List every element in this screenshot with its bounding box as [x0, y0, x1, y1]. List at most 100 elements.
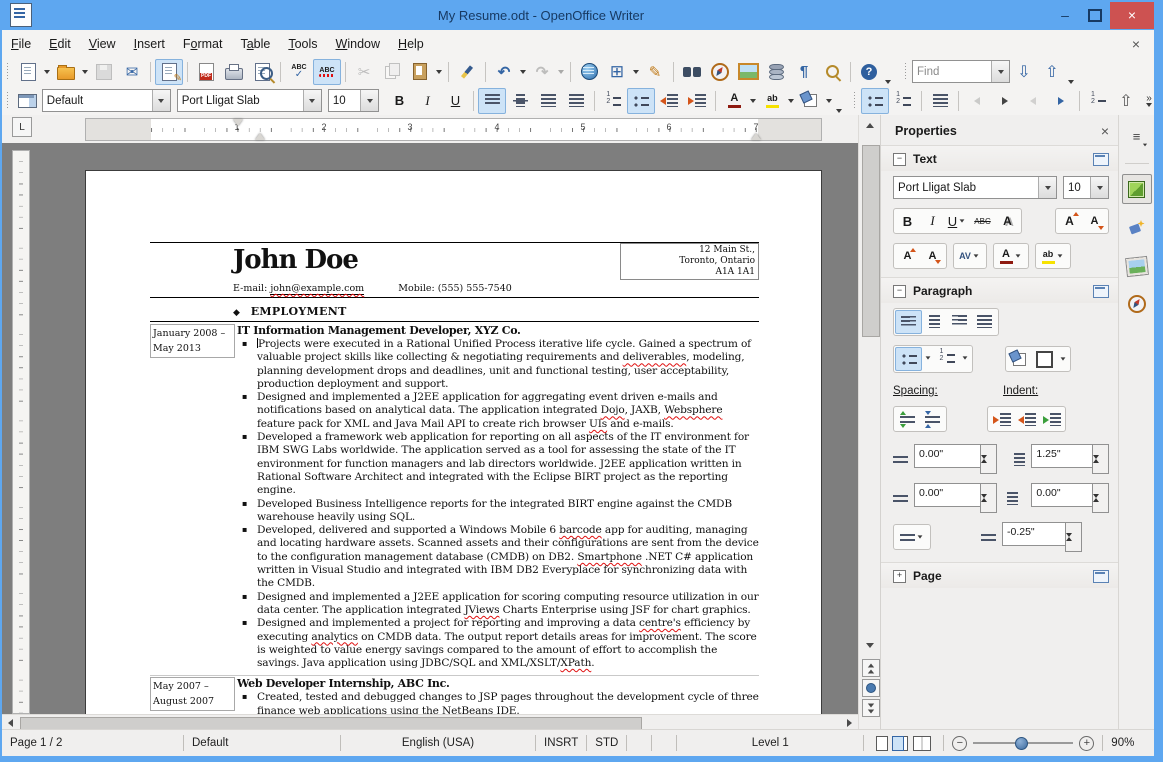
sidebar-italic-button[interactable]: I [920, 210, 945, 232]
superscript-button[interactable]: A [895, 245, 920, 267]
sidebar-align-center-button[interactable] [922, 310, 947, 332]
undo-dropdown[interactable] [520, 69, 526, 74]
font-size-dropdown[interactable] [360, 90, 379, 111]
underline-button[interactable]: U [441, 88, 469, 114]
menu-insert[interactable]: Insert [125, 33, 174, 55]
previous-page-button[interactable] [862, 659, 880, 677]
table-dropdown[interactable] [633, 69, 639, 74]
scroll-down-button[interactable] [862, 637, 878, 653]
paste-button[interactable] [406, 59, 434, 85]
job-title[interactable]: IT Information Management Developer, XYZ… [237, 324, 759, 338]
toolbar-grip[interactable] [5, 62, 10, 81]
status-page-number[interactable]: Page 1 / 2 [2, 737, 183, 749]
after-text-indent-input[interactable]: 0.00" [1031, 483, 1109, 513]
minimize-button[interactable]: – [1050, 2, 1080, 29]
paragraph-style-dropdown[interactable] [151, 90, 170, 111]
switch-indent-button[interactable] [1039, 408, 1064, 430]
multi-page-view-button[interactable] [892, 735, 905, 751]
document-page[interactable]: John Doe 12 Main St., Toronto, Ontario A… [85, 170, 822, 714]
find-previous-button[interactable]: ⇧ [1038, 59, 1066, 85]
menu-edit[interactable]: Edit [40, 33, 80, 55]
shrink-font-button[interactable]: A [1082, 210, 1107, 232]
autospellcheck-button[interactable]: ABC [313, 58, 341, 85]
grow-font-button[interactable]: A [1057, 210, 1082, 232]
subscript-button[interactable]: A [920, 245, 945, 267]
zoom-button[interactable] [818, 59, 846, 85]
numbering-button[interactable] [599, 88, 627, 114]
email-document-button[interactable]: ✉ [118, 59, 146, 85]
new-document-button[interactable] [14, 59, 42, 85]
highlighting-button[interactable]: ab [758, 88, 786, 114]
vertical-ruler[interactable] [12, 150, 30, 714]
open-dropdown[interactable] [82, 69, 88, 74]
bullet-item[interactable]: Created, tested and debugged changes to … [237, 690, 759, 714]
text-dialog-launcher[interactable] [1093, 152, 1109, 166]
address-box[interactable]: 12 Main St., Toronto, Ontario A1A 1A1 [620, 243, 759, 280]
page-preview-button[interactable] [248, 59, 276, 85]
contact-line[interactable]: E-mail: john@example.com Mobile: (555) 5… [233, 283, 759, 295]
properties-tab[interactable] [1121, 174, 1152, 204]
insert-unnumbered-entry-button[interactable] [1084, 88, 1112, 114]
scroll-right-button[interactable] [842, 717, 856, 729]
navigate-by-button[interactable] [862, 679, 880, 697]
spellcheck-button[interactable]: ABC ✓ [285, 59, 313, 85]
paragraph-background-button[interactable] [1007, 348, 1032, 370]
spin-down[interactable] [981, 455, 996, 473]
sidebar-strikethrough-button[interactable]: ABC [970, 210, 995, 232]
collapse-icon[interactable]: − [893, 152, 906, 166]
bold-button[interactable]: B [385, 88, 413, 114]
undo-button[interactable]: ↶ [490, 59, 518, 85]
above-paragraph-spacing-input[interactable]: 0.00" [914, 444, 998, 474]
paste-dropdown[interactable] [436, 69, 442, 74]
sidebar-bold-button[interactable]: B [895, 210, 920, 232]
paragraph-style-select[interactable]: Default [41, 89, 171, 112]
sidebar-align-right-button[interactable] [947, 310, 972, 332]
align-left-button[interactable] [478, 87, 507, 114]
menu-help[interactable]: Help [389, 33, 433, 55]
close-document-button[interactable]: × [1132, 36, 1140, 52]
menu-table[interactable]: Table [231, 33, 279, 55]
zoom-in-button[interactable]: + [1079, 735, 1095, 751]
move-up-button[interactable]: ⇧ [1112, 88, 1140, 114]
styles-panel-button[interactable] [14, 88, 42, 114]
gallery-tab[interactable] [1123, 252, 1151, 280]
below-paragraph-spacing-input[interactable]: 0.00" [914, 483, 998, 513]
sidebar-highlighting-dropdown[interactable] [1057, 254, 1062, 258]
job-title[interactable]: Web Developer Internship, ABC Inc. [237, 677, 759, 691]
increase-spacing-button[interactable] [895, 408, 920, 430]
hyperlink-button[interactable] [575, 59, 603, 85]
bullets-button[interactable] [627, 87, 656, 114]
bullet-item[interactable]: Designed and implemented a J2EE applicat… [237, 590, 759, 618]
sidebar-underline-button[interactable]: U [945, 210, 970, 232]
print-button[interactable] [220, 59, 248, 85]
right-indent-marker[interactable] [751, 133, 761, 140]
bullet-item[interactable]: Designed and implemented a project for r… [237, 616, 759, 670]
scroll-left-button[interactable] [3, 717, 17, 729]
bullets-toolbar-overflow[interactable]: » [1144, 94, 1154, 107]
expand-icon[interactable]: + [893, 569, 906, 583]
paragraph-background-swatch[interactable] [1032, 348, 1057, 370]
status-page-style[interactable]: Default [184, 737, 340, 749]
background-color-dropdown[interactable] [826, 98, 833, 103]
styles-tab[interactable] [1123, 214, 1151, 242]
toolbar-overflow-button[interactable] [885, 80, 891, 84]
bullet-item[interactable]: Designed and implemented a J2EE applicat… [237, 390, 759, 431]
menu-format[interactable]: Format [174, 33, 232, 55]
first-line-indent-marker[interactable] [233, 119, 243, 126]
find-replace-button[interactable] [678, 59, 706, 85]
status-insert-mode[interactable]: INSRT [536, 737, 586, 749]
new-document-dropdown[interactable] [44, 69, 50, 74]
sidebar-font-size-dropdown[interactable] [1090, 177, 1108, 198]
email-link[interactable]: john@example.com [270, 283, 365, 295]
sidebar-shadow-button[interactable]: A [995, 210, 1020, 232]
line-spacing-dropdown[interactable] [917, 535, 922, 539]
draw-functions-button[interactable]: ✎ [641, 59, 669, 85]
formatting-toolbar-grip[interactable] [5, 91, 10, 110]
find-toolbar-grip[interactable] [903, 62, 908, 81]
left-indent-marker[interactable] [255, 133, 265, 140]
character-spacing-button[interactable]: AV [955, 245, 985, 267]
demote-subpoints-button[interactable] [1047, 88, 1075, 114]
font-name-dropdown[interactable] [302, 90, 321, 111]
zoom-slider-thumb[interactable] [1015, 737, 1029, 750]
document-area[interactable]: John Doe 12 Main St., Toronto, Ontario A… [2, 143, 858, 714]
